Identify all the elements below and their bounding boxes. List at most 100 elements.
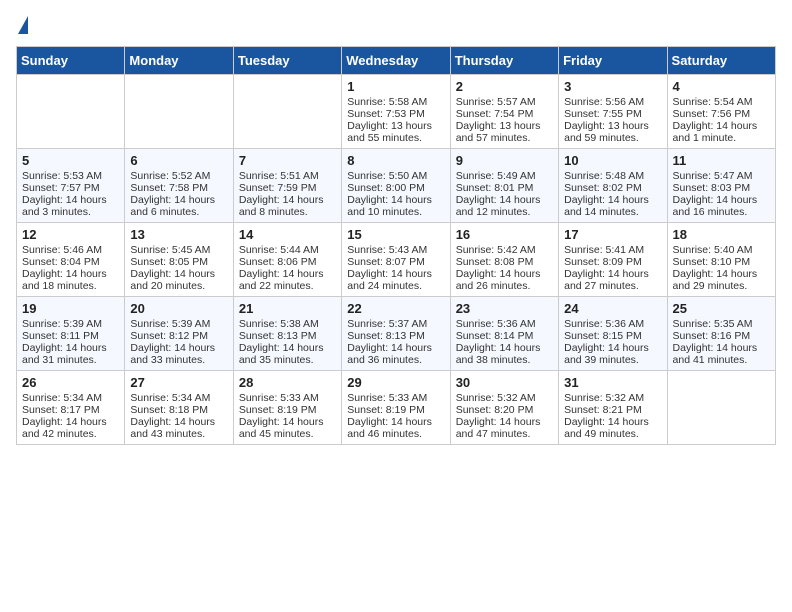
page-header	[16, 16, 776, 34]
calendar-week-3: 12Sunrise: 5:46 AMSunset: 8:04 PMDayligh…	[17, 223, 776, 297]
day-info: Sunrise: 5:48 AM	[564, 170, 661, 182]
day-info: Sunset: 8:14 PM	[456, 330, 553, 342]
logo	[16, 16, 28, 34]
day-info: Sunset: 8:08 PM	[456, 256, 553, 268]
day-number: 29	[347, 375, 444, 390]
calendar-cell: 21Sunrise: 5:38 AMSunset: 8:13 PMDayligh…	[233, 297, 341, 371]
calendar-cell: 11Sunrise: 5:47 AMSunset: 8:03 PMDayligh…	[667, 149, 775, 223]
day-info: Sunset: 8:00 PM	[347, 182, 444, 194]
calendar-cell: 25Sunrise: 5:35 AMSunset: 8:16 PMDayligh…	[667, 297, 775, 371]
calendar-cell: 19Sunrise: 5:39 AMSunset: 8:11 PMDayligh…	[17, 297, 125, 371]
calendar-cell: 15Sunrise: 5:43 AMSunset: 8:07 PMDayligh…	[342, 223, 450, 297]
day-number: 12	[22, 227, 119, 242]
day-info: Daylight: 14 hours and 36 minutes.	[347, 342, 444, 366]
calendar-cell: 28Sunrise: 5:33 AMSunset: 8:19 PMDayligh…	[233, 371, 341, 445]
col-header-wednesday: Wednesday	[342, 47, 450, 75]
day-info: Sunrise: 5:47 AM	[673, 170, 770, 182]
day-info: Sunset: 7:58 PM	[130, 182, 227, 194]
day-info: Sunset: 8:21 PM	[564, 404, 661, 416]
day-number: 3	[564, 79, 661, 94]
calendar-cell	[667, 371, 775, 445]
day-number: 15	[347, 227, 444, 242]
day-number: 8	[347, 153, 444, 168]
day-info: Daylight: 13 hours and 55 minutes.	[347, 120, 444, 144]
day-number: 14	[239, 227, 336, 242]
day-info: Sunset: 8:10 PM	[673, 256, 770, 268]
calendar-cell	[125, 75, 233, 149]
day-info: Sunset: 8:06 PM	[239, 256, 336, 268]
calendar-cell	[233, 75, 341, 149]
calendar-week-1: 1Sunrise: 5:58 AMSunset: 7:53 PMDaylight…	[17, 75, 776, 149]
day-number: 19	[22, 301, 119, 316]
day-info: Sunrise: 5:40 AM	[673, 244, 770, 256]
day-info: Daylight: 14 hours and 8 minutes.	[239, 194, 336, 218]
day-info: Sunrise: 5:37 AM	[347, 318, 444, 330]
calendar-cell: 4Sunrise: 5:54 AMSunset: 7:56 PMDaylight…	[667, 75, 775, 149]
day-number: 2	[456, 79, 553, 94]
calendar-cell: 18Sunrise: 5:40 AMSunset: 8:10 PMDayligh…	[667, 223, 775, 297]
calendar-cell: 7Sunrise: 5:51 AMSunset: 7:59 PMDaylight…	[233, 149, 341, 223]
calendar-week-5: 26Sunrise: 5:34 AMSunset: 8:17 PMDayligh…	[17, 371, 776, 445]
calendar-cell: 1Sunrise: 5:58 AMSunset: 7:53 PMDaylight…	[342, 75, 450, 149]
day-info: Sunset: 8:16 PM	[673, 330, 770, 342]
calendar-cell: 5Sunrise: 5:53 AMSunset: 7:57 PMDaylight…	[17, 149, 125, 223]
day-number: 4	[673, 79, 770, 94]
day-info: Daylight: 14 hours and 26 minutes.	[456, 268, 553, 292]
day-info: Daylight: 14 hours and 22 minutes.	[239, 268, 336, 292]
calendar-cell: 24Sunrise: 5:36 AMSunset: 8:15 PMDayligh…	[559, 297, 667, 371]
col-header-monday: Monday	[125, 47, 233, 75]
day-number: 28	[239, 375, 336, 390]
col-header-saturday: Saturday	[667, 47, 775, 75]
day-info: Daylight: 14 hours and 1 minute.	[673, 120, 770, 144]
calendar-header-row: SundayMondayTuesdayWednesdayThursdayFrid…	[17, 47, 776, 75]
day-info: Sunset: 7:59 PM	[239, 182, 336, 194]
day-info: Sunset: 8:07 PM	[347, 256, 444, 268]
col-header-sunday: Sunday	[17, 47, 125, 75]
day-info: Daylight: 14 hours and 16 minutes.	[673, 194, 770, 218]
day-info: Daylight: 14 hours and 49 minutes.	[564, 416, 661, 440]
day-info: Daylight: 14 hours and 43 minutes.	[130, 416, 227, 440]
col-header-thursday: Thursday	[450, 47, 558, 75]
day-info: Sunrise: 5:56 AM	[564, 96, 661, 108]
day-info: Sunset: 7:53 PM	[347, 108, 444, 120]
day-info: Sunrise: 5:38 AM	[239, 318, 336, 330]
day-info: Sunset: 8:03 PM	[673, 182, 770, 194]
day-info: Sunrise: 5:45 AM	[130, 244, 227, 256]
day-info: Daylight: 14 hours and 41 minutes.	[673, 342, 770, 366]
day-info: Sunrise: 5:52 AM	[130, 170, 227, 182]
day-number: 10	[564, 153, 661, 168]
day-number: 31	[564, 375, 661, 390]
day-number: 23	[456, 301, 553, 316]
calendar-cell: 10Sunrise: 5:48 AMSunset: 8:02 PMDayligh…	[559, 149, 667, 223]
day-info: Sunset: 8:19 PM	[239, 404, 336, 416]
day-number: 26	[22, 375, 119, 390]
calendar-cell	[17, 75, 125, 149]
day-info: Sunrise: 5:33 AM	[347, 392, 444, 404]
day-info: Sunrise: 5:44 AM	[239, 244, 336, 256]
day-info: Sunset: 7:55 PM	[564, 108, 661, 120]
calendar-cell: 14 Sunrise: 5:44 AMSunset: 8:06 PMDayligh…	[233, 223, 341, 297]
day-info: Daylight: 14 hours and 24 minutes.	[347, 268, 444, 292]
day-info: Sunrise: 5:36 AM	[564, 318, 661, 330]
calendar-table: SundayMondayTuesdayWednesdayThursdayFrid…	[16, 46, 776, 445]
day-info: Daylight: 14 hours and 33 minutes.	[130, 342, 227, 366]
day-info: Daylight: 14 hours and 39 minutes.	[564, 342, 661, 366]
day-info: Sunset: 8:09 PM	[564, 256, 661, 268]
day-info: Sunrise: 5:32 AM	[564, 392, 661, 404]
day-info: Daylight: 14 hours and 38 minutes.	[456, 342, 553, 366]
day-info: Sunset: 8:11 PM	[22, 330, 119, 342]
col-header-tuesday: Tuesday	[233, 47, 341, 75]
calendar-cell: 27Sunrise: 5:34 AMSunset: 8:18 PMDayligh…	[125, 371, 233, 445]
day-info: Sunrise: 5:36 AM	[456, 318, 553, 330]
day-info: Daylight: 14 hours and 46 minutes.	[347, 416, 444, 440]
calendar-cell: 6Sunrise: 5:52 AMSunset: 7:58 PMDaylight…	[125, 149, 233, 223]
day-number: 16	[456, 227, 553, 242]
day-info: Sunrise: 5:39 AM	[130, 318, 227, 330]
calendar-cell: 3Sunrise: 5:56 AMSunset: 7:55 PMDaylight…	[559, 75, 667, 149]
day-number: 17	[564, 227, 661, 242]
day-info: Daylight: 14 hours and 12 minutes.	[456, 194, 553, 218]
day-info: Sunrise: 5:39 AM	[22, 318, 119, 330]
calendar-week-2: 5Sunrise: 5:53 AMSunset: 7:57 PMDaylight…	[17, 149, 776, 223]
day-info: Daylight: 14 hours and 3 minutes.	[22, 194, 119, 218]
calendar-cell: 9Sunrise: 5:49 AMSunset: 8:01 PMDaylight…	[450, 149, 558, 223]
